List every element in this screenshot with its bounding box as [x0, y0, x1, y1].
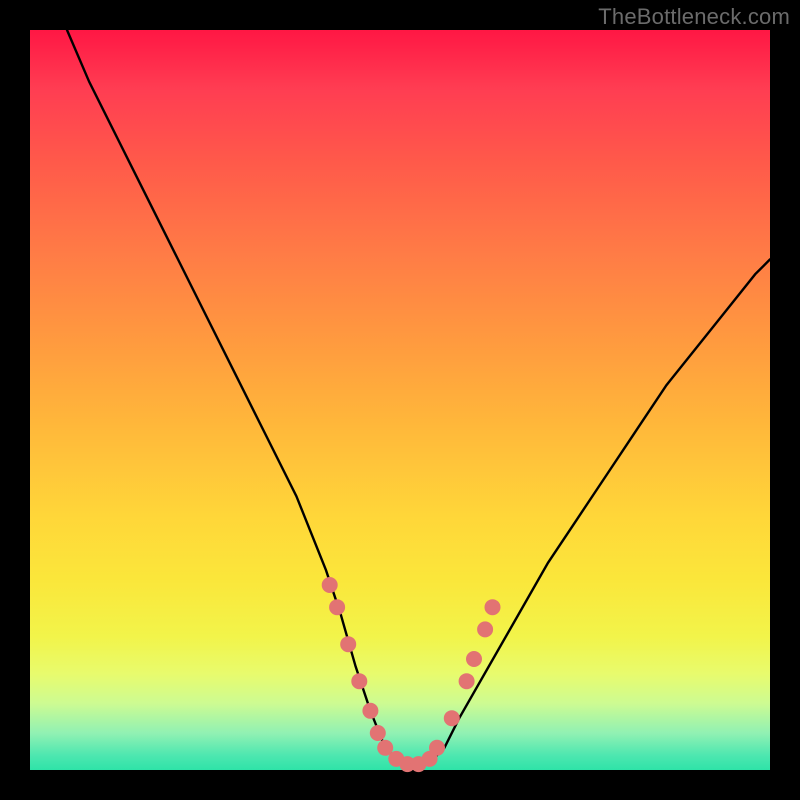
bottleneck-curve [67, 30, 770, 766]
plot-area [30, 30, 770, 770]
curve-dot [444, 710, 460, 726]
curve-dot [322, 577, 338, 593]
curve-svg [30, 30, 770, 770]
curve-dot [370, 725, 386, 741]
curve-dot [362, 703, 378, 719]
curve-dot [477, 621, 493, 637]
curve-dot [351, 673, 367, 689]
curve-dot [485, 599, 501, 615]
curve-dot [459, 673, 475, 689]
curve-dot [340, 636, 356, 652]
watermark-label: TheBottleneck.com [598, 4, 790, 30]
curve-dot [429, 740, 445, 756]
curve-dot [466, 651, 482, 667]
chart-frame: TheBottleneck.com [0, 0, 800, 800]
curve-dot [329, 599, 345, 615]
curve-markers [322, 577, 501, 772]
